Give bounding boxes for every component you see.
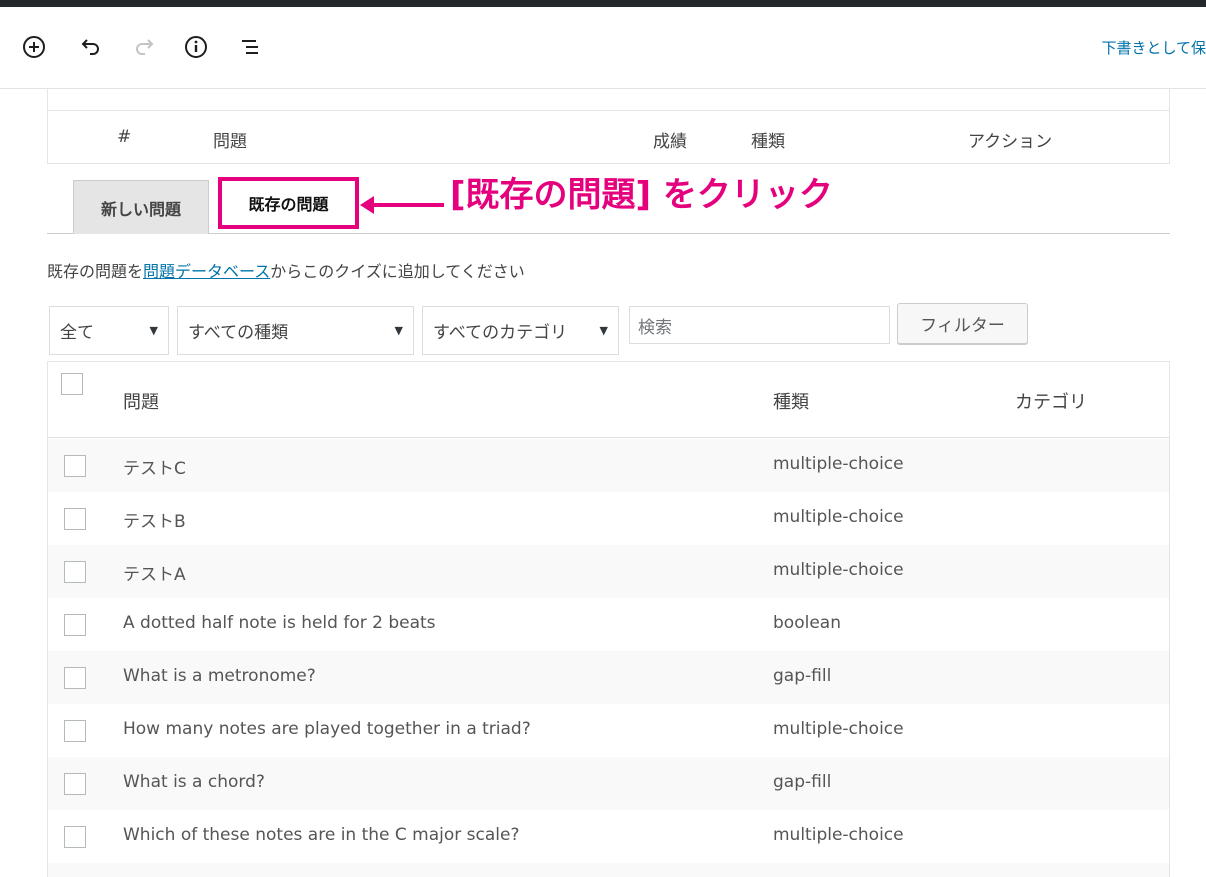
row-checkbox[interactable]: [64, 667, 86, 689]
row-type: multiple-choice: [773, 507, 904, 527]
row-question: A dotted half note is held for 2 beats: [123, 613, 436, 633]
row-question: What is a chord?: [123, 772, 265, 792]
intro-prefix: 既存の問題を: [47, 262, 144, 281]
col-header-question: 問題: [213, 132, 247, 152]
outline-icon[interactable]: [236, 33, 264, 61]
row-checkbox[interactable]: [64, 455, 86, 477]
table-row[interactable]: Which of these notes are in the C major …: [48, 810, 1169, 863]
caret-down-icon: ▼: [149, 324, 158, 337]
editor-toolbar: 下書きとして保: [0, 7, 1206, 89]
row-type: multiple-choice: [773, 825, 904, 845]
quiz-table-header-row: # 問題 成績 種類 アクション: [48, 110, 1169, 164]
add-block-icon[interactable]: [20, 33, 48, 61]
annotation-arrow-icon: [360, 196, 444, 214]
table-row[interactable]: How many notes are played together in a …: [48, 704, 1169, 757]
tab-existing-question[interactable]: 既存の問題: [218, 177, 359, 229]
col-header-grade: 成績: [653, 132, 687, 152]
save-draft-link[interactable]: 下書きとして保: [1101, 37, 1206, 58]
filter-category-select[interactable]: すべてのカテゴリ ▼: [422, 306, 619, 355]
undo-icon[interactable]: [77, 33, 105, 61]
table-row[interactable]: テストB multiple-choice: [48, 492, 1169, 545]
row-checkbox[interactable]: [64, 720, 86, 742]
filter-button[interactable]: フィルター: [897, 303, 1028, 344]
select-all-checkbox[interactable]: [61, 373, 83, 395]
row-question: テストC: [123, 459, 186, 479]
col-header-number: #: [117, 127, 132, 147]
table-row[interactable]: テストA multiple-choice: [48, 545, 1169, 598]
row-checkbox[interactable]: [64, 508, 86, 530]
quiz-questions-table: # 問題 成績 種類 アクション: [47, 89, 1170, 164]
row-type: gap-fill: [773, 772, 832, 792]
question-list-header: 問題 種類 カテゴリ: [48, 362, 1169, 438]
row-type: gap-fill: [773, 666, 832, 686]
row-checkbox[interactable]: [64, 826, 86, 848]
filter-all-select[interactable]: 全て ▼: [49, 306, 169, 355]
tab-new-question[interactable]: 新しい問題: [73, 180, 209, 234]
list-header-type: 種類: [773, 392, 809, 413]
caret-down-icon: ▼: [394, 324, 403, 337]
caret-down-icon: ▼: [599, 324, 608, 337]
intro-suffix: からこのクイズに追加してください: [270, 262, 525, 281]
info-icon[interactable]: [182, 33, 210, 61]
table-row[interactable]: What is a chord? gap-fill: [48, 757, 1169, 810]
row-type: multiple-choice: [773, 560, 904, 580]
table-row[interactable]: What is a metronome? gap-fill: [48, 651, 1169, 704]
row-question: How many notes are played together in a …: [123, 719, 531, 739]
table-row[interactable]: テストC multiple-choice: [48, 439, 1169, 492]
intro-text: 既存の問題を問題データベースからこのクイズに追加してください: [47, 258, 525, 282]
row-type: multiple-choice: [773, 719, 904, 739]
row-question: テストB: [123, 512, 186, 532]
row-checkbox[interactable]: [64, 614, 86, 636]
row-type: boolean: [773, 613, 841, 633]
col-header-action: アクション: [968, 132, 1053, 152]
row-question: What is a metronome?: [123, 666, 316, 686]
question-database-link[interactable]: 問題データベース: [143, 262, 270, 281]
col-header-type: 種類: [751, 132, 785, 152]
list-header-category: カテゴリ: [1015, 392, 1087, 413]
row-checkbox[interactable]: [64, 773, 86, 795]
row-checkbox[interactable]: [64, 561, 86, 583]
question-list: 問題 種類 カテゴリ テストC multiple-choice テストB mul…: [47, 361, 1170, 877]
annotation-label: [既存の問題] をクリック: [450, 175, 833, 215]
redo-icon[interactable]: [130, 33, 158, 61]
filter-type-select[interactable]: すべての種類 ▼: [177, 306, 414, 355]
filter-type-value: すべての種類: [188, 323, 289, 343]
row-question: テストA: [123, 565, 186, 585]
table-row[interactable]: A dotted half note is held for 2 beats b…: [48, 598, 1169, 651]
row-question: Which of these notes are in the C major …: [123, 825, 520, 845]
filter-category-value: すべてのカテゴリ: [433, 323, 568, 343]
table-row: [48, 863, 1169, 877]
row-type: multiple-choice: [773, 454, 904, 474]
search-input[interactable]: 検索: [629, 306, 890, 344]
list-header-question: 問題: [123, 392, 159, 413]
filter-all-value: 全て: [60, 323, 94, 343]
admin-top-bar: [0, 0, 1206, 7]
